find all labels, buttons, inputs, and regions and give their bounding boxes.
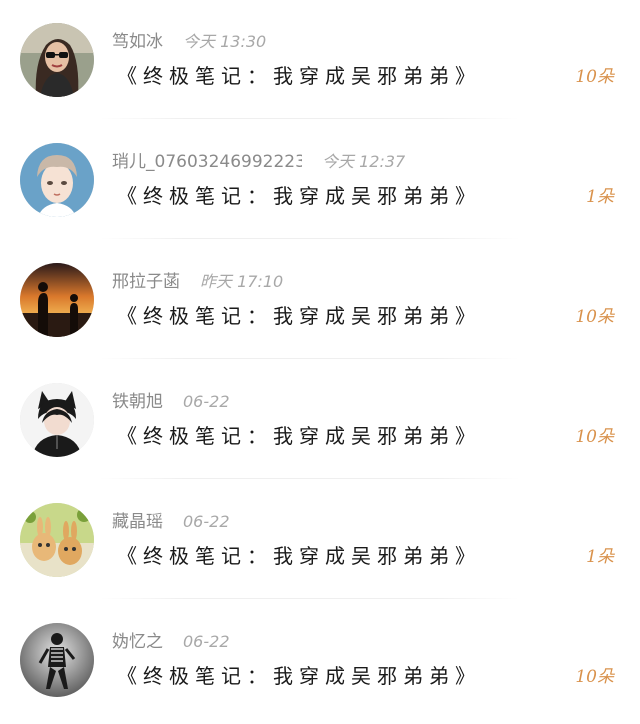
message-meta: 琑儿_07603246992223... 今天 12:37 bbox=[112, 150, 405, 174]
list-item[interactable]: 邢拉子菡 昨天 17:10 《终极笔记：我穿成吴邪弟弟》 10朵 bbox=[0, 240, 640, 359]
flower-count: 10朵 bbox=[575, 67, 614, 87]
message-meta: 藏晶瑶 06-22 bbox=[112, 510, 230, 534]
divider bbox=[100, 238, 520, 239]
sender-name[interactable]: 邢拉子菡 bbox=[112, 270, 180, 294]
sender-name[interactable]: 藏晶瑶 bbox=[112, 510, 163, 534]
flower-count: 1朵 bbox=[586, 187, 614, 207]
divider bbox=[100, 358, 520, 359]
bw-figure-avatar bbox=[20, 623, 94, 697]
message-time: 06-22 bbox=[183, 632, 230, 651]
message-meta: 笃如冰 今天 13:30 bbox=[112, 30, 266, 54]
sender-name[interactable]: 铁朝旭 bbox=[112, 390, 163, 414]
sunset-silhouette-avatar bbox=[20, 263, 94, 337]
sender-name[interactable]: 妫忆之 bbox=[112, 630, 163, 654]
message-text: 《终极笔记：我穿成吴邪弟弟》 bbox=[117, 304, 481, 328]
message-meta: 妫忆之 06-22 bbox=[112, 630, 230, 654]
message-meta: 铁朝旭 06-22 bbox=[112, 390, 230, 414]
avatar[interactable] bbox=[20, 383, 94, 457]
avatar[interactable] bbox=[20, 503, 94, 577]
message-text: 《终极笔记：我穿成吴邪弟弟》 bbox=[117, 664, 481, 688]
list-item[interactable]: 藏晶瑶 06-22 《终极笔记：我穿成吴邪弟弟》 1朵 bbox=[0, 480, 640, 599]
message-list: 笃如冰 今天 13:30 《终极笔记：我穿成吴邪弟弟》 10朵 琑儿_076032… bbox=[0, 0, 640, 724]
message-time: 今天 13:30 bbox=[183, 32, 267, 51]
anime-boy-avatar bbox=[20, 143, 94, 217]
message-meta: 邢拉子菡 昨天 17:10 bbox=[112, 270, 283, 294]
sender-name[interactable]: 琑儿_07603246992223... bbox=[112, 150, 302, 174]
message-time: 昨天 17:10 bbox=[200, 272, 284, 291]
bunny-cartoon-avatar bbox=[20, 503, 94, 577]
avatar[interactable] bbox=[20, 623, 94, 697]
flower-count: 10朵 bbox=[575, 427, 614, 447]
avatar[interactable] bbox=[20, 263, 94, 337]
message-text: 《终极笔记：我穿成吴邪弟弟》 bbox=[117, 544, 481, 568]
message-time: 06-22 bbox=[183, 512, 230, 531]
flower-count: 1朵 bbox=[586, 547, 614, 567]
flower-count: 10朵 bbox=[575, 307, 614, 327]
divider bbox=[100, 598, 520, 599]
message-time: 今天 12:37 bbox=[322, 152, 406, 171]
list-item[interactable]: 琑儿_07603246992223... 今天 12:37 《终极笔记：我穿成吴邪… bbox=[0, 120, 640, 239]
cat-ear-boy-avatar bbox=[20, 383, 94, 457]
avatar[interactable] bbox=[20, 143, 94, 217]
flower-count: 10朵 bbox=[575, 667, 614, 687]
message-time: 06-22 bbox=[183, 392, 230, 411]
message-text: 《终极笔记：我穿成吴邪弟弟》 bbox=[117, 184, 481, 208]
list-item[interactable]: 铁朝旭 06-22 《终极笔记：我穿成吴邪弟弟》 10朵 bbox=[0, 360, 640, 479]
list-item[interactable]: 妫忆之 06-22 《终极笔记：我穿成吴邪弟弟》 10朵 bbox=[0, 600, 640, 719]
list-item[interactable]: 笃如冰 今天 13:30 《终极笔记：我穿成吴邪弟弟》 10朵 bbox=[0, 0, 640, 119]
avatar[interactable] bbox=[20, 23, 94, 97]
sender-name[interactable]: 笃如冰 bbox=[112, 30, 163, 54]
divider bbox=[100, 478, 520, 479]
divider bbox=[100, 118, 520, 119]
woman-sunglasses-avatar bbox=[20, 23, 94, 97]
message-text: 《终极笔记：我穿成吴邪弟弟》 bbox=[117, 424, 481, 448]
message-text: 《终极笔记：我穿成吴邪弟弟》 bbox=[117, 64, 481, 88]
